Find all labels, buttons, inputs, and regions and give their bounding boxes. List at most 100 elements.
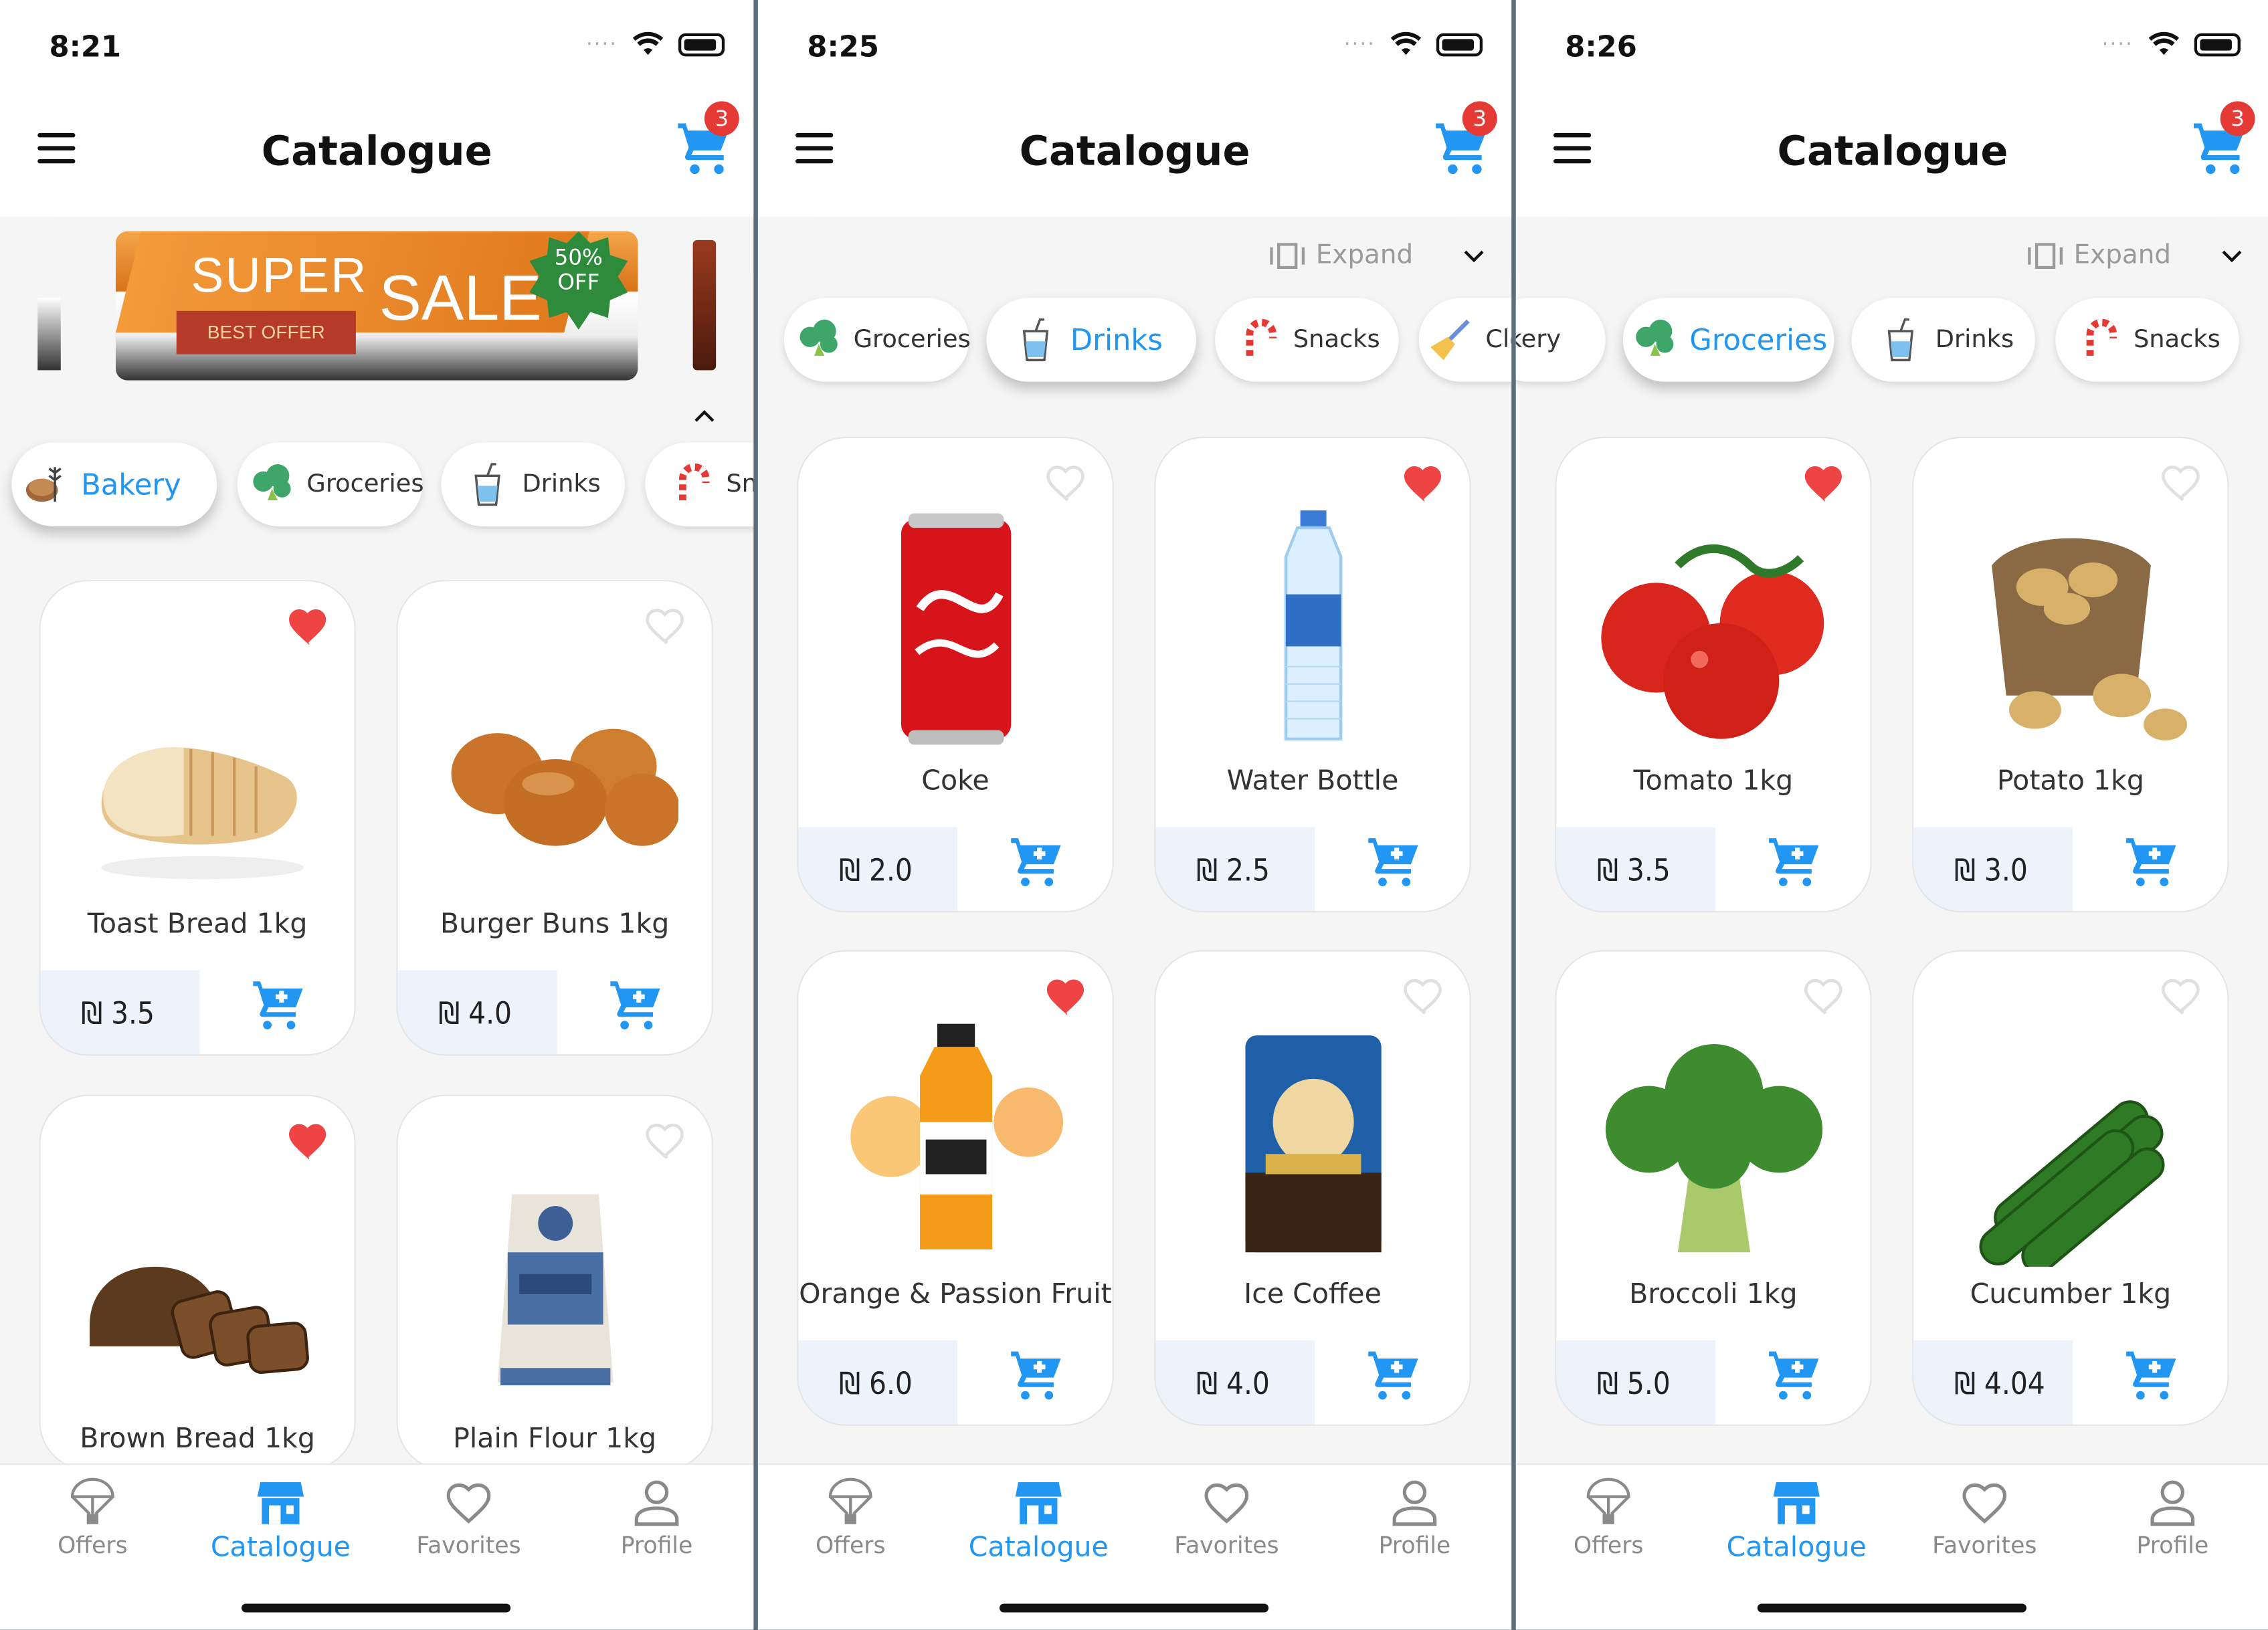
heart-filled-icon[interactable] — [1400, 458, 1450, 504]
chip-drinks[interactable]: Drinks — [441, 442, 625, 526]
nav-profile[interactable]: Profile — [1328, 1476, 1501, 1559]
expand-toggle[interactable]: Expand — [1269, 240, 1486, 270]
page-title: Catalogue — [1019, 127, 1250, 175]
chip-snacks[interactable]: Snacks — [2055, 298, 2239, 382]
broccoli-icon — [799, 319, 838, 356]
heart-outline-icon[interactable] — [642, 1116, 692, 1162]
toast-bread-image — [101, 747, 304, 880]
nav-offers[interactable]: Offers — [1521, 1476, 1695, 1559]
product-card[interactable]: Broccoli 1kg ₪ 5.0 — [1555, 950, 1872, 1426]
potato-sack-image — [1992, 538, 2187, 740]
cup-icon — [1887, 318, 1914, 362]
nav-catalogue[interactable]: Catalogue — [952, 1476, 1125, 1563]
nav-profile[interactable]: Profile — [2086, 1476, 2259, 1559]
heart-outline-icon[interactable] — [2158, 972, 2208, 1018]
heart-outline-icon[interactable] — [1043, 458, 1093, 504]
chip-drinks[interactable]: Drinks — [986, 298, 1196, 382]
chip-snacks[interactable]: Snacks — [1215, 298, 1399, 382]
nav-catalogue[interactable]: Catalogue — [194, 1476, 367, 1563]
chip-groceries[interactable]: Groceries — [1622, 298, 1834, 382]
add-to-cart-icon[interactable] — [2123, 836, 2181, 888]
add-to-cart-icon[interactable] — [250, 979, 308, 1031]
heart-filled-icon[interactable] — [285, 1116, 335, 1162]
product-card[interactable]: Orange & Passion Fruit ₪ 6.0 — [797, 950, 1114, 1426]
add-to-cart-icon[interactable] — [1008, 1349, 1066, 1401]
offers-banner-carousel[interactable]: SUPER SALE BEST OFFER 50% OFF — [0, 231, 753, 391]
product-card[interactable]: Cucumber 1kg ₪ 4.04 — [1912, 950, 2229, 1426]
status-icons: ···· — [2102, 31, 2241, 58]
product-card[interactable]: Water Bottle ₪ 2.5 — [1154, 436, 1471, 913]
wifi-icon — [1390, 31, 1422, 56]
heart-outline-icon[interactable] — [2158, 458, 2208, 504]
product-name: Plain Flour 1kg — [453, 1423, 657, 1455]
store-icon — [257, 1482, 304, 1524]
ice-coffee-can-image — [1245, 1035, 1382, 1253]
chevron-up-icon[interactable] — [693, 405, 717, 428]
nav-favorites[interactable]: Favorites — [382, 1476, 555, 1559]
heart-filled-icon[interactable] — [285, 601, 335, 647]
brown-bread-image — [90, 1266, 309, 1374]
product-card[interactable]: Brown Bread 1kg — [39, 1094, 356, 1471]
product-card[interactable]: Potato 1kg ₪ 3.0 — [1912, 436, 2229, 913]
chip-bakery[interactable]: akery — [1515, 298, 1606, 382]
product-card[interactable]: Coke ₪ 2.0 — [797, 436, 1114, 913]
home-indicator[interactable] — [242, 1603, 511, 1613]
nav-favorites[interactable]: Favorites — [1140, 1476, 1313, 1559]
heart-outline-icon[interactable] — [1801, 972, 1851, 1018]
chip-groceries[interactable]: Groceries — [237, 442, 424, 526]
product-card[interactable]: Burger Buns 1kg ₪ 4.0 — [396, 579, 713, 1056]
home-indicator[interactable] — [1757, 1603, 2026, 1613]
heart-outline-icon[interactable] — [1400, 972, 1450, 1018]
product-name: Coke — [921, 765, 989, 797]
add-to-cart-icon[interactable] — [1008, 836, 1066, 888]
add-to-cart-icon[interactable] — [1365, 836, 1423, 888]
chip-label: Snacks — [1293, 325, 1380, 354]
nav-label: Favorites — [416, 1531, 521, 1559]
chip-label: Snacks — [2133, 325, 2220, 354]
heart-outline-icon — [1962, 1483, 2007, 1524]
nav-offers[interactable]: Offers — [764, 1476, 937, 1559]
chip-groceries[interactable]: Groceries — [783, 298, 971, 382]
nav-favorites[interactable]: Favorites — [1898, 1476, 2071, 1559]
product-card[interactable]: Plain Flour 1kg — [396, 1094, 713, 1471]
carousel-icon — [1269, 242, 1305, 269]
battery-icon — [1436, 33, 1483, 57]
heart-filled-icon[interactable] — [1043, 972, 1093, 1018]
home-indicator[interactable] — [999, 1603, 1269, 1613]
battery-icon — [678, 33, 725, 57]
add-to-cart-icon[interactable] — [1766, 836, 1824, 888]
add-to-cart-icon[interactable] — [2123, 1349, 2181, 1401]
next-banner-thumb[interactable] — [692, 239, 717, 371]
super-sale-banner[interactable]: SUPER SALE BEST OFFER 50% OFF — [115, 231, 638, 381]
nav-offers[interactable]: Offers — [6, 1476, 179, 1559]
chip-snacks[interactable]: Sn — [645, 442, 754, 526]
bread-icon — [25, 467, 62, 502]
chevron-down-icon — [2222, 249, 2242, 262]
product-card[interactable]: Toast Bread 1kg ₪ 3.5 — [39, 579, 356, 1056]
chevron-down-icon — [1464, 249, 1484, 262]
add-to-cart-icon[interactable] — [607, 979, 665, 1031]
chip-drinks[interactable]: Drinks — [1851, 298, 2035, 382]
chip-cleaning[interactable]: Cleaning — [1418, 298, 1512, 382]
chip-bakery[interactable]: Bakery — [11, 442, 217, 526]
heart-outline-icon[interactable] — [642, 601, 692, 647]
prev-banner-thumb[interactable] — [37, 298, 61, 371]
nav-label: Profile — [620, 1531, 693, 1559]
product-card[interactable]: Tomato 1kg ₪ 3.5 — [1555, 436, 1872, 913]
product-price: ₪ 3.5 — [40, 970, 200, 1055]
nav-label: Offers — [58, 1531, 128, 1559]
product-name: Burger Buns 1kg — [440, 908, 670, 940]
nav-label: Catalogue — [968, 1531, 1109, 1564]
person-icon — [1392, 1480, 1437, 1526]
add-to-cart-icon[interactable] — [1365, 1349, 1423, 1401]
product-card[interactable]: Ice Coffee ₪ 4.0 — [1154, 950, 1471, 1426]
top-bar: 8:26 ···· Catalogue 3 — [1515, 0, 2268, 217]
heart-filled-icon[interactable] — [1801, 458, 1851, 504]
add-to-cart-icon[interactable] — [1766, 1349, 1824, 1401]
nav-catalogue[interactable]: Catalogue — [1709, 1476, 1883, 1563]
product-name: Cucumber 1kg — [1970, 1278, 2172, 1310]
nav-profile[interactable]: Profile — [570, 1476, 743, 1559]
expand-toggle[interactable]: Expand — [2027, 240, 2243, 270]
person-icon — [634, 1480, 679, 1526]
product-price: ₪ 4.0 — [1155, 1340, 1315, 1425]
